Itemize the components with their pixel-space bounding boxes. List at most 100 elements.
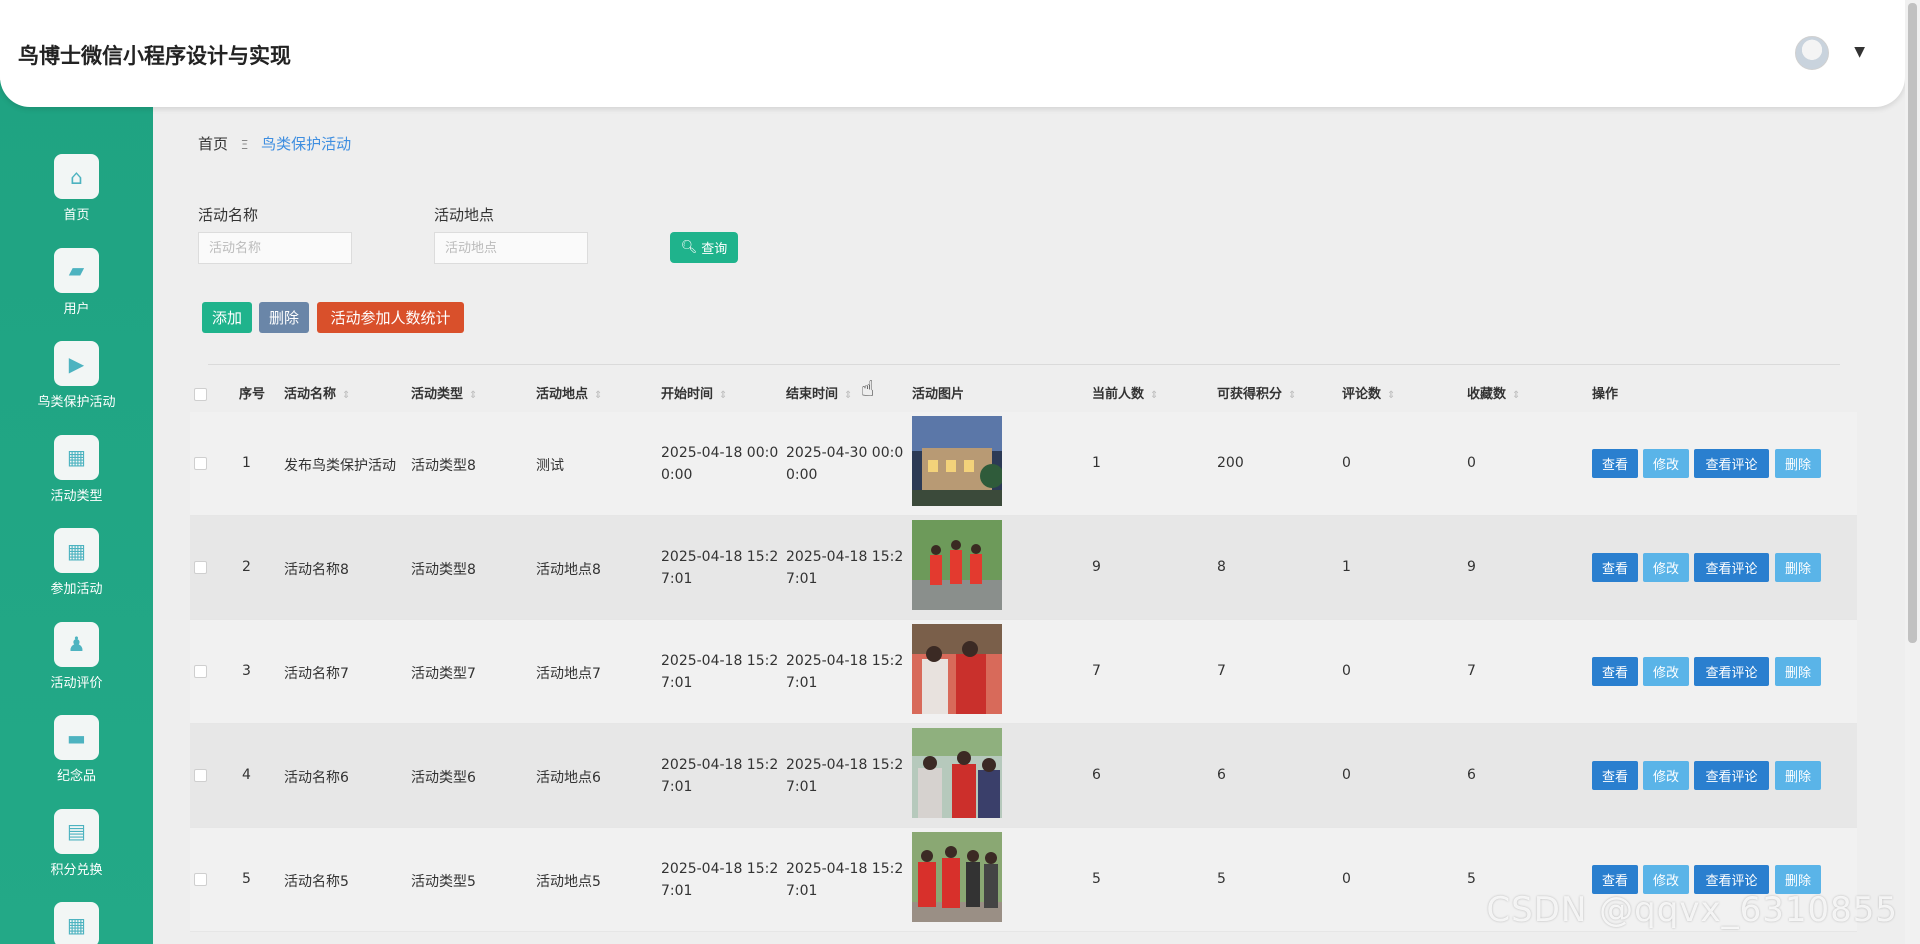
sort-icon[interactable]: ⇕ [469, 390, 477, 401]
edit-button[interactable]: 修改 [1643, 449, 1689, 478]
sort-icon[interactable]: ⇕ [1150, 390, 1158, 401]
row-checkbox[interactable] [194, 873, 207, 886]
sort-icon[interactable]: ⇕ [594, 390, 602, 401]
scrollbar-thumb[interactable] [1908, 3, 1917, 643]
edit-button[interactable]: 修改 [1643, 553, 1689, 582]
points-value: 8 [1217, 559, 1226, 575]
table-row: 1 发布鸟类保护活动 活动类型8 测试 1 200 0 0 2025-04-18 00:00:0… [190, 412, 1857, 516]
row-index: 2 [242, 559, 251, 575]
activity-image[interactable] [912, 416, 1002, 506]
user-avatar[interactable] [1795, 36, 1829, 70]
sidebar-item-8[interactable]: ▦ [0, 902, 153, 944]
column-header-label: 可获得积分 [1217, 387, 1283, 402]
column-header[interactable]: 收藏数 ⇕ [1467, 377, 1520, 412]
sidebar-item-0[interactable]: ⌂ 首页 [0, 154, 153, 234]
column-header-label: 序号 [239, 387, 266, 402]
column-header[interactable]: 评论数 ⇕ [1342, 377, 1395, 412]
column-header[interactable]: 开始时间 ⇕ [661, 377, 727, 412]
sidebar-item-label: 活动评价 [50, 675, 103, 691]
view-button[interactable]: 查看 [1592, 553, 1638, 582]
sidebar-item-6[interactable]: ▬ 纪念品 [0, 715, 153, 795]
sidebar-item-label: 用户 [63, 301, 90, 317]
search-location-input[interactable] [434, 232, 588, 264]
row-delete-button[interactable]: 删除 [1775, 657, 1821, 686]
column-header[interactable]: 活动类型 ⇕ [411, 377, 477, 412]
view-button[interactable]: 查看 [1592, 657, 1638, 686]
current-people: 1 [1092, 455, 1101, 471]
row-index: 3 [242, 663, 251, 679]
sidebar-item-4[interactable]: ▦ 参加活动 [0, 528, 153, 608]
row-checkbox[interactable] [194, 457, 207, 470]
select-all-checkbox[interactable] [194, 388, 207, 401]
sidebar-item-5[interactable]: ♟ 活动评价 [0, 621, 153, 702]
edit-button[interactable]: 修改 [1643, 657, 1689, 686]
search-name-input[interactable] [198, 232, 352, 264]
column-header[interactable]: 结束时间 ⇕ [786, 377, 852, 412]
activity-image[interactable] [912, 832, 1002, 922]
view-button[interactable]: 查看 [1592, 449, 1638, 478]
sort-icon[interactable]: ⇕ [719, 390, 727, 401]
row-checkbox[interactable] [194, 561, 207, 574]
column-header-label: 活动类型 [411, 387, 464, 402]
end-time: 2025-04-30 00:00:00 [786, 445, 904, 483]
mouse-cursor-icon: ☝ [861, 377, 875, 402]
row-checkbox[interactable] [194, 665, 207, 678]
view-comments-button[interactable]: 查看评论 [1694, 553, 1769, 582]
edit-button[interactable]: 修改 [1643, 761, 1689, 790]
query-button[interactable]: 🔍︎ 查询 [670, 232, 738, 263]
row-index: 1 [242, 455, 251, 471]
table-header-row: 序号 活动名称 ⇕ 活动类型 ⇕ 活动地点 ⇕ 开始时间 ⇕ 结束时间 ⇕ 活动图片 当前人数 ⇕ 可获得积… [190, 377, 1857, 412]
column-header[interactable]: 当前人数 ⇕ [1092, 377, 1158, 412]
activity-image[interactable] [912, 520, 1002, 610]
row-delete-button[interactable]: 删除 [1775, 553, 1821, 582]
column-header-label: 活动图片 [912, 387, 965, 402]
chat-icon: ▬ [54, 715, 99, 760]
activity-name: 活动名称7 [284, 666, 349, 682]
row-index: 5 [242, 871, 251, 887]
current-people: 5 [1092, 871, 1101, 887]
activity-location: 活动地点6 [536, 770, 601, 786]
activity-location: 活动地点5 [536, 874, 601, 890]
view-comments-button[interactable]: 查看评论 [1694, 449, 1769, 478]
sort-icon[interactable]: ⇕ [1288, 390, 1296, 401]
grid-icon: ▦ [54, 902, 99, 944]
start-time: 2025-04-18 00:00:00 [661, 445, 779, 483]
activity-type: 活动类型6 [411, 770, 476, 786]
app-title: 鸟博士微信小程序设计与实现 [18, 44, 291, 68]
table-row: 2 活动名称8 活动类型8 活动地点8 9 8 1 9 2025-04-18 15:27:01 2… [190, 516, 1857, 620]
sidebar: ⌂ 首页 ▰ 用户 ▶ 鸟类保护活动 ▦ 活动类型 ▦ 参加活动 ♟ 活动评价 ▬ 纪念品 ▤ 积分兑换 ▦ [0, 80, 153, 944]
view-comments-button[interactable]: 查看评论 [1694, 761, 1769, 790]
view-button[interactable]: 查看 [1592, 761, 1638, 790]
sort-icon[interactable]: ⇕ [1512, 390, 1520, 401]
stats-button[interactable]: 活动参加人数统计 [317, 302, 464, 333]
column-header[interactable]: 可获得积分 ⇕ [1217, 377, 1296, 412]
current-people: 7 [1092, 663, 1101, 679]
add-button[interactable]: 添加 [202, 302, 252, 333]
view-comments-button[interactable]: 查看评论 [1694, 657, 1769, 686]
sidebar-item-1[interactable]: ▰ 用户 [0, 247, 153, 328]
activity-image[interactable] [912, 728, 1002, 818]
chevron-down-icon[interactable]: ▼ [1854, 44, 1865, 60]
end-time: 2025-04-18 15:27:01 [786, 757, 904, 795]
sort-icon[interactable]: ⇕ [342, 390, 350, 401]
column-header[interactable]: 活动地点 ⇕ [536, 377, 602, 412]
comment-count: 0 [1342, 455, 1351, 471]
row-delete-button[interactable]: 删除 [1775, 449, 1821, 478]
activity-image[interactable] [912, 624, 1002, 714]
activity-location: 活动地点7 [536, 666, 601, 682]
row-checkbox[interactable] [194, 769, 207, 782]
sidebar-item-7[interactable]: ▤ 积分兑换 [0, 808, 153, 889]
sidebar-item-3[interactable]: ▦ 活动类型 [0, 434, 153, 515]
home-icon: ⌂ [54, 154, 99, 199]
table-row: 4 活动名称6 活动类型6 活动地点6 6 6 0 6 2025-04-18 15:27:01 2… [190, 724, 1857, 828]
page-scrollbar[interactable] [1905, 0, 1920, 944]
column-header[interactable]: 活动名称 ⇕ [284, 377, 350, 412]
ticket-icon: ▶ [54, 341, 99, 386]
current-people: 6 [1092, 767, 1101, 783]
breadcrumb-home[interactable]: 首页 [198, 135, 228, 153]
sidebar-item-2[interactable]: ▶ 鸟类保护活动 [0, 341, 153, 421]
row-delete-button[interactable]: 删除 [1775, 761, 1821, 790]
sort-icon[interactable]: ⇕ [1387, 390, 1395, 401]
delete-button[interactable]: 删除 [259, 302, 309, 333]
sort-icon[interactable]: ⇕ [844, 390, 852, 401]
